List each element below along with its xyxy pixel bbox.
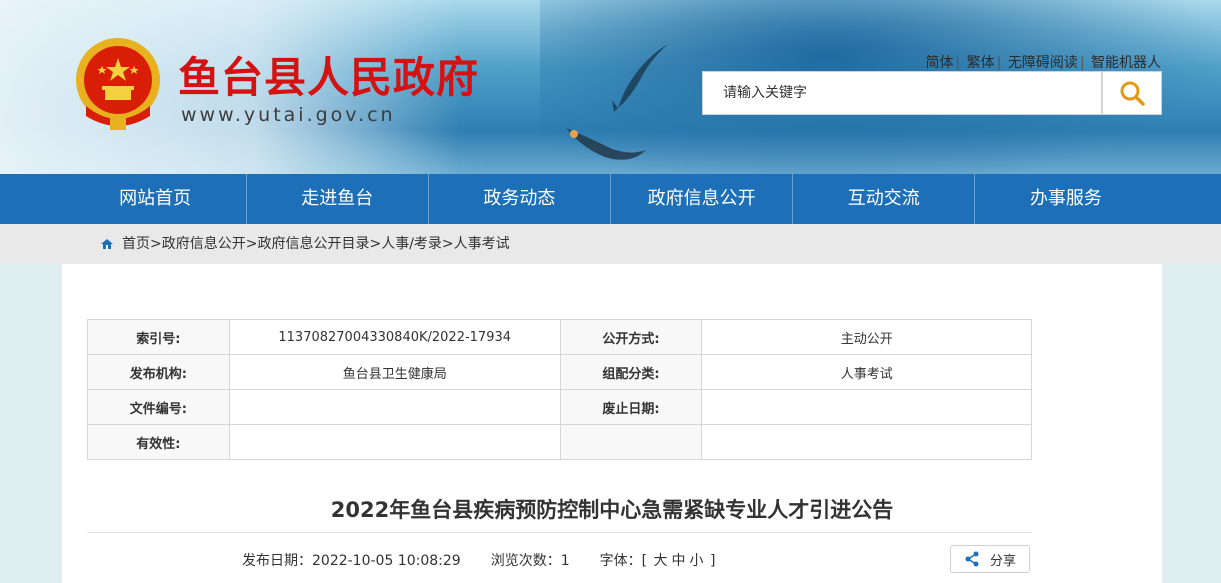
search-box bbox=[702, 71, 1103, 115]
fish-decoration-icon bbox=[612, 44, 668, 112]
doc-number-value bbox=[228, 389, 561, 425]
expiry-value bbox=[701, 389, 1032, 425]
font-size-medium[interactable]: 中 bbox=[672, 553, 686, 569]
koi-decoration-icon bbox=[566, 128, 646, 160]
breadcrumb-exam[interactable]: 人事考试 bbox=[454, 224, 510, 264]
empty-value bbox=[701, 424, 1032, 460]
nav-item-about[interactable]: 走进鱼台 bbox=[247, 174, 429, 224]
link-traditional[interactable]: 繁体 bbox=[967, 55, 995, 71]
public-mode-value: 主动公开 bbox=[701, 319, 1032, 355]
index-value: 11370827004330840K/2022-17934 bbox=[228, 319, 561, 355]
article-info: 发布日期：2022-10-05 10:08:29 浏览次数：1 字体：[ 大中小… bbox=[242, 550, 745, 570]
category-value: 人事考试 bbox=[701, 354, 1032, 390]
site-url: www.yutai.gov.cn bbox=[181, 104, 396, 126]
breadcrumb: 首页 > 政府信息公开 > 政府信息公开目录 > 人事/考录 > 人事考试 bbox=[100, 224, 510, 264]
search-input[interactable] bbox=[703, 72, 1103, 114]
breadcrumb-personnel[interactable]: 人事/考录 bbox=[381, 224, 442, 264]
link-simplified[interactable]: 简体 bbox=[925, 55, 953, 71]
article-title: 2022年鱼台县疾病预防控制中心急需紧缺专业人才引进公告 bbox=[330, 498, 894, 522]
breadcrumb-info-disclosure[interactable]: 政府信息公开 bbox=[162, 224, 246, 264]
search-icon bbox=[1120, 81, 1145, 106]
nav-item-services[interactable]: 办事服务 bbox=[975, 174, 1156, 224]
breadcrumb-home[interactable]: 首页 bbox=[122, 224, 150, 264]
link-robot[interactable]: 智能机器人 bbox=[1091, 55, 1161, 71]
expiry-label: 废止日期: bbox=[559, 389, 703, 425]
empty-label bbox=[559, 424, 703, 460]
nav-item-news[interactable]: 政务动态 bbox=[429, 174, 612, 224]
table-row: 发布机构: 鱼台县卫生健康局 组配分类: 人事考试 bbox=[87, 354, 1032, 390]
national-emblem-icon bbox=[76, 38, 160, 130]
font-size-control: 字体：[ 大中小 ] bbox=[599, 553, 716, 569]
share-button[interactable]: 分享 bbox=[950, 545, 1030, 573]
validity-value bbox=[228, 424, 561, 460]
metadata-table: 索引号: 11370827004330840K/2022-17934 公开方式:… bbox=[87, 319, 1032, 460]
share-label: 分享 bbox=[989, 553, 1016, 569]
publish-date: 发布日期：2022-10-05 10:08:29 bbox=[242, 553, 461, 569]
breadcrumb-bar: 首页 > 政府信息公开 > 政府信息公开目录 > 人事/考录 > 人事考试 bbox=[0, 224, 1221, 264]
nav-item-info-disclosure[interactable]: 政府信息公开 bbox=[611, 174, 794, 224]
link-accessibility[interactable]: 无障碍阅读 bbox=[1008, 55, 1078, 71]
site-name: 鱼台县人民政府 bbox=[178, 53, 480, 102]
doc-number-label: 文件编号: bbox=[87, 389, 230, 425]
search-button[interactable] bbox=[1102, 71, 1162, 115]
site-header: 鱼台县人民政府 www.yutai.gov.cn 简体 | 繁体 | 无障碍阅读 | … bbox=[0, 0, 1221, 174]
publisher-label: 发布机构: bbox=[87, 354, 230, 390]
nav-item-home[interactable]: 网站首页 bbox=[65, 174, 247, 224]
font-size-label: 字体： bbox=[599, 553, 642, 569]
table-row: 索引号: 11370827004330840K/2022-17934 公开方式:… bbox=[87, 319, 1032, 355]
share-icon bbox=[965, 551, 979, 567]
home-icon bbox=[101, 239, 113, 249]
view-count: 浏览次数：1 bbox=[490, 553, 570, 569]
publisher-value: 鱼台县卫生健康局 bbox=[228, 354, 561, 390]
index-label: 索引号: bbox=[87, 319, 230, 355]
content-panel: 索引号: 11370827004330840K/2022-17934 公开方式:… bbox=[62, 264, 1162, 583]
font-size-large[interactable]: 大 bbox=[654, 553, 668, 569]
validity-label: 有效性: bbox=[87, 424, 230, 460]
font-size-small[interactable]: 小 bbox=[690, 553, 704, 569]
nav-item-interaction[interactable]: 互动交流 bbox=[793, 174, 976, 224]
public-mode-label: 公开方式: bbox=[559, 319, 703, 355]
table-row: 文件编号: 废止日期: bbox=[87, 389, 1032, 425]
main-nav: 网站首页 走进鱼台 政务动态 政府信息公开 互动交流 办事服务 bbox=[0, 174, 1221, 224]
title-divider bbox=[87, 532, 1032, 533]
breadcrumb-directory[interactable]: 政府信息公开目录 bbox=[257, 224, 369, 264]
table-row: 有效性: bbox=[87, 424, 1032, 460]
category-label: 组配分类: bbox=[559, 354, 703, 390]
top-links: 简体 | 繁体 | 无障碍阅读 | 智能机器人 bbox=[925, 55, 1161, 71]
